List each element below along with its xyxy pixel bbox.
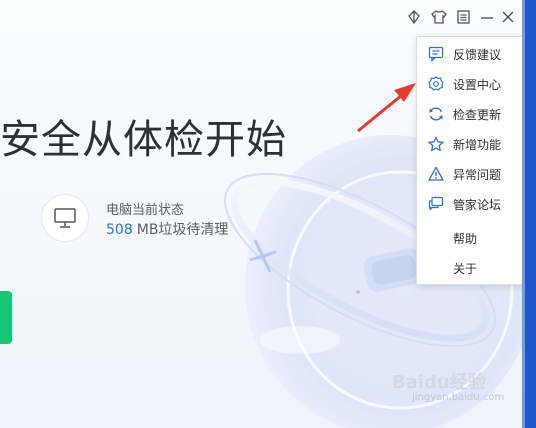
desktop-background-edge xyxy=(522,0,536,428)
feedback-icon xyxy=(427,45,445,63)
menu-item-feedback[interactable]: 反馈建议 xyxy=(417,39,522,69)
menu-item-settings[interactable]: 设置中心 xyxy=(417,69,522,99)
warning-icon xyxy=(427,165,445,183)
menu-label: 帮助 xyxy=(453,232,478,246)
menu-item-check-update[interactable]: 检查更新 xyxy=(417,99,522,129)
menu-label: 管家论坛 xyxy=(453,198,502,212)
menu-label: 异常问题 xyxy=(453,168,502,182)
watermark-sub: jingyan.baidu.com xyxy=(412,392,505,403)
menu-item-exceptions[interactable]: 异常问题 xyxy=(417,159,522,189)
star-icon xyxy=(427,135,445,153)
menu-label: 新增功能 xyxy=(453,138,502,152)
menu-item-forum[interactable]: 管家论坛 xyxy=(417,189,522,219)
refresh-icon xyxy=(427,105,445,123)
menu-item-new-features[interactable]: 新增功能 xyxy=(417,129,522,159)
forum-icon xyxy=(427,195,445,213)
settings-gear-icon xyxy=(427,75,445,93)
menu-item-help[interactable]: 帮助 xyxy=(417,223,522,253)
baidu-watermark: Baidu经验 jingyan.baidu.com xyxy=(392,368,510,408)
watermark-text: Baidu经验 xyxy=(392,372,486,393)
menu-label: 设置中心 xyxy=(453,78,502,92)
main-window: 安全从体检开始 电脑当前状态 508 MB垃圾待清理 反馈建议 设置中心 检查更… xyxy=(0,0,522,428)
menu-label: 反馈建议 xyxy=(453,48,502,62)
menu-label: 关于 xyxy=(453,262,478,276)
menu-item-about[interactable]: 关于 xyxy=(417,253,522,283)
settings-dropdown-menu: 反馈建议 设置中心 检查更新 新增功能 异常问题 管家论坛 帮助 关于 xyxy=(416,36,522,285)
menu-label: 检查更新 xyxy=(453,108,502,122)
